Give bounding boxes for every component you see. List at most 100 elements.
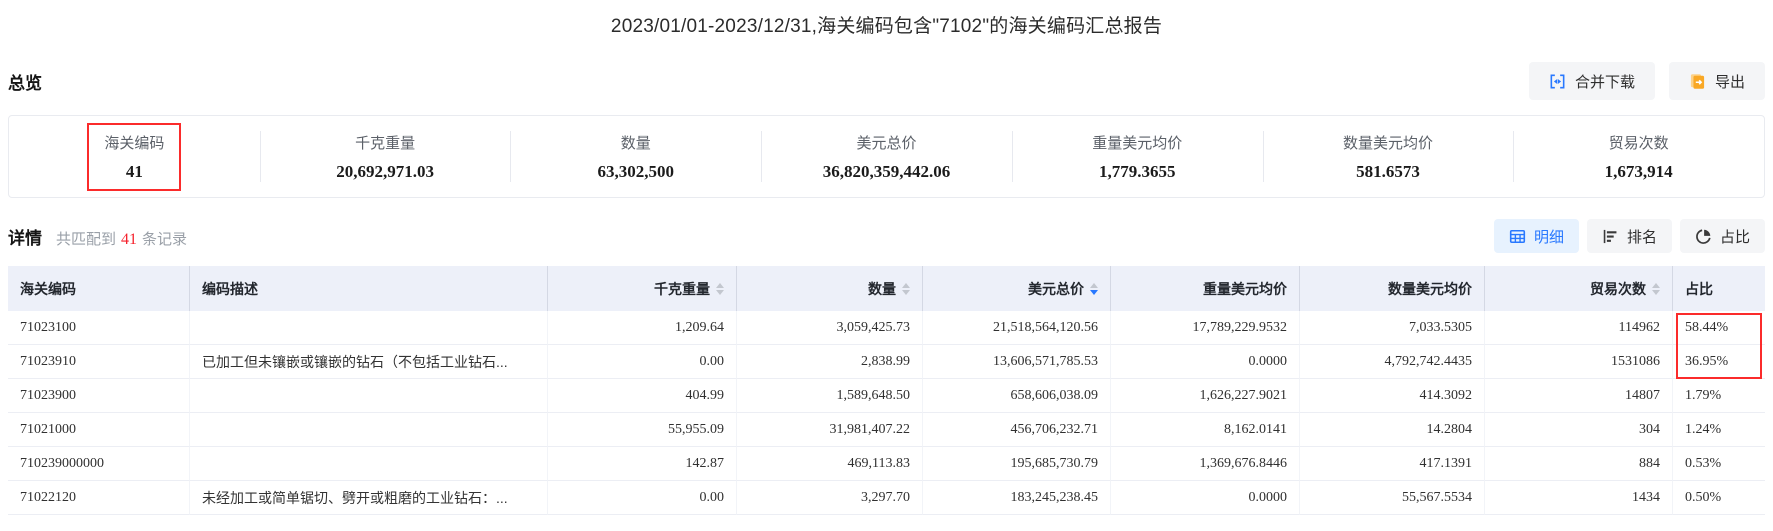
overview-heading: 总览 — [8, 73, 42, 93]
sort-caret-down-icon — [1090, 289, 1098, 295]
column-header-label: 海关编码 — [20, 280, 76, 297]
cell-share: 1.24% — [1673, 413, 1765, 447]
column-header-label: 千克重量 — [654, 280, 710, 297]
annotation-box-customs-code: 海关编码 41 — [87, 122, 182, 191]
cell-usd-per-qty: 4,792,742.4435 — [1300, 345, 1485, 379]
column-header-kg-weight[interactable]: 千克重量 — [548, 266, 737, 311]
merge-download-button[interactable]: 合并下载 — [1528, 62, 1655, 100]
cell-usd-total: 658,606,038.09 — [923, 379, 1111, 413]
sort-caret-icons — [1090, 282, 1098, 295]
cell-trade-count: 304 — [1485, 413, 1673, 447]
cell-hs-code: 71023100 — [8, 311, 190, 345]
summary-card-label: 海关编码 — [104, 134, 165, 152]
summary-card-usd-total: 美元总价 36,820,359,442.06 — [761, 116, 1012, 197]
cell-kg-weight: 404.99 — [548, 379, 737, 413]
column-header-quantity[interactable]: 数量 — [737, 266, 923, 311]
cell-usd-per-weight: 1,626,227.9021 — [1111, 379, 1300, 413]
column-header-description: 编码描述 — [190, 266, 548, 311]
view-button-detail[interactable]: 明细 — [1493, 219, 1579, 253]
cell-usd-total: 13,606,571,785.53 — [923, 345, 1111, 379]
sort-caret-up-icon — [902, 282, 910, 288]
table-row[interactable]: 71023910 已加工但未镶嵌或镶嵌的钻石（不包括工业钻石... 0.00 2,83… — [8, 345, 1765, 379]
view-button-detail-label: 明细 — [1533, 228, 1564, 246]
cell-usd-per-qty: 7,033.5305 — [1300, 311, 1485, 345]
table-header-row: 海关编码 编码描述 千克重量 数量 美元总价 重量美元均价 数量美元均价 贸易次数 占比 — [8, 266, 1765, 311]
merge-cells-icon — [1550, 74, 1565, 88]
summary-card-label: 贸易次数 — [1608, 134, 1669, 152]
table-row[interactable]: 71021000 55,955.09 31,981,407.22 456,706,23… — [8, 413, 1765, 447]
table-row[interactable]: 71023100 1,209.64 3,059,425.73 21,518,564,1… — [8, 311, 1765, 345]
cell-usd-per-qty: 414.3092 — [1300, 379, 1485, 413]
sort-caret-down-icon — [1652, 289, 1660, 295]
column-header-content: 编码描述 — [202, 279, 535, 299]
cell-quantity: 3,297.70 — [737, 481, 923, 515]
summary-card-value: 41 — [125, 161, 143, 181]
sort-caret-icons — [1652, 282, 1660, 295]
summary-card-value: 36,820,359,442.06 — [822, 161, 951, 181]
cell-usd-total: 183,245,238.45 — [923, 481, 1111, 515]
summary-card-quantity: 数量 63,302,500 — [510, 116, 761, 197]
table-row[interactable]: 710239000000 142.87 469,113.83 195,685,730.… — [8, 447, 1765, 481]
summary-card-inner: 数量 63,302,500 — [581, 123, 692, 191]
column-header-content: 千克重量 — [560, 279, 724, 299]
cell-usd-total: 456,706,232.71 — [923, 413, 1111, 447]
page-title: 2023/01/01-2023/12/31,海关编码包含"7102"的海关编码汇… — [610, 16, 1163, 37]
summary-card-trade-count: 贸易次数 1,673,914 — [1513, 116, 1764, 197]
sort-caret-up-icon — [1090, 282, 1098, 288]
customs-report-page: 2023/01/01-2023/12/31,海关编码包含"7102"的海关编码汇… — [0, 0, 1773, 515]
cell-trade-count: 114962 — [1485, 311, 1673, 345]
cell-share: 0.50% — [1673, 481, 1765, 515]
details-table-container: 海关编码 编码描述 千克重量 数量 美元总价 重量美元均价 数量美元均价 贸易次数 占比 710… — [8, 266, 1765, 515]
view-button-share[interactable]: 占比 — [1679, 219, 1765, 253]
table-row[interactable]: 71023900 404.99 1,589,648.50 658,606,038.09… — [8, 379, 1765, 413]
cell-quantity: 31,981,407.22 — [737, 413, 923, 447]
column-header-label: 数量美元均价 — [1388, 280, 1472, 297]
summary-card-value: 63,302,500 — [597, 161, 675, 181]
table-grid-icon — [1509, 229, 1526, 243]
cell-share: 36.95% — [1673, 345, 1765, 379]
column-header-label: 贸易次数 — [1590, 280, 1646, 297]
view-button-rank[interactable]: 排名 — [1586, 219, 1672, 253]
top-action-buttons: 合并下载 导出 — [1528, 62, 1765, 100]
cell-hs-code: 71023900 — [8, 379, 190, 413]
cell-usd-per-qty: 417.1391 — [1300, 447, 1485, 481]
cell-usd-per-weight: 1,369,676.8446 — [1111, 447, 1300, 481]
summary-card-usd-per-weight: 重量美元均价 1,779.3655 — [1011, 116, 1263, 197]
overview-header-row: 总览 合并下载 导出 — [8, 62, 1765, 100]
column-header-usd-per-qty: 数量美元均价 — [1300, 266, 1485, 311]
column-header-trade-count[interactable]: 贸易次数 — [1485, 266, 1673, 311]
details-table: 海关编码 编码描述 千克重量 数量 美元总价 重量美元均价 数量美元均价 贸易次数 占比 710… — [8, 266, 1765, 515]
ranking-bars-icon — [1603, 229, 1617, 243]
summary-card-usd-per-qty: 数量美元均价 581.6573 — [1262, 116, 1514, 197]
cell-description — [190, 447, 548, 481]
column-header-label: 美元总价 — [1028, 280, 1084, 297]
column-header-usd-total[interactable]: 美元总价 — [923, 266, 1111, 311]
summary-card-inner: 千克重量 20,692,971.03 — [319, 123, 451, 191]
column-header-hs-code: 海关编码 — [8, 266, 190, 311]
view-button-share-label: 占比 — [1719, 228, 1750, 246]
summary-card-label: 美元总价 — [856, 134, 917, 152]
cell-description — [190, 379, 548, 413]
sort-caret-up-icon — [716, 282, 724, 288]
sort-caret-icons — [902, 282, 910, 295]
cell-usd-total: 21,518,564,120.56 — [923, 311, 1111, 345]
cell-usd-per-weight: 0.0000 — [1111, 345, 1300, 379]
column-header-label: 数量 — [868, 280, 896, 297]
summary-card-customs-code: 海关编码 41 — [9, 116, 260, 197]
view-button-rank-label: 排名 — [1626, 228, 1657, 246]
table-row[interactable]: 71022120 未经加工或简单锯切、劈开或粗磨的工业钻石：... 0.00 3,29… — [8, 481, 1765, 515]
column-header-content: 数量 — [749, 279, 910, 299]
details-left: 详情 共匹配到 41 条记录 — [8, 224, 187, 249]
cell-hs-code: 71023910 — [8, 345, 190, 379]
column-header-content: 占比 — [1685, 279, 1753, 299]
column-header-label: 占比 — [1685, 280, 1713, 297]
sort-caret-up-icon — [1652, 282, 1660, 288]
export-button[interactable]: 导出 — [1668, 62, 1765, 100]
cell-usd-total: 195,685,730.79 — [923, 447, 1111, 481]
cell-quantity: 469,113.83 — [737, 447, 923, 481]
column-header-label: 编码描述 — [202, 280, 258, 297]
column-header-share: 占比 — [1673, 266, 1765, 311]
cell-usd-per-weight: 0.0000 — [1111, 481, 1300, 515]
cell-description — [190, 311, 548, 345]
details-header-row: 详情 共匹配到 41 条记录 明细 排名 占比 — [8, 219, 1765, 253]
